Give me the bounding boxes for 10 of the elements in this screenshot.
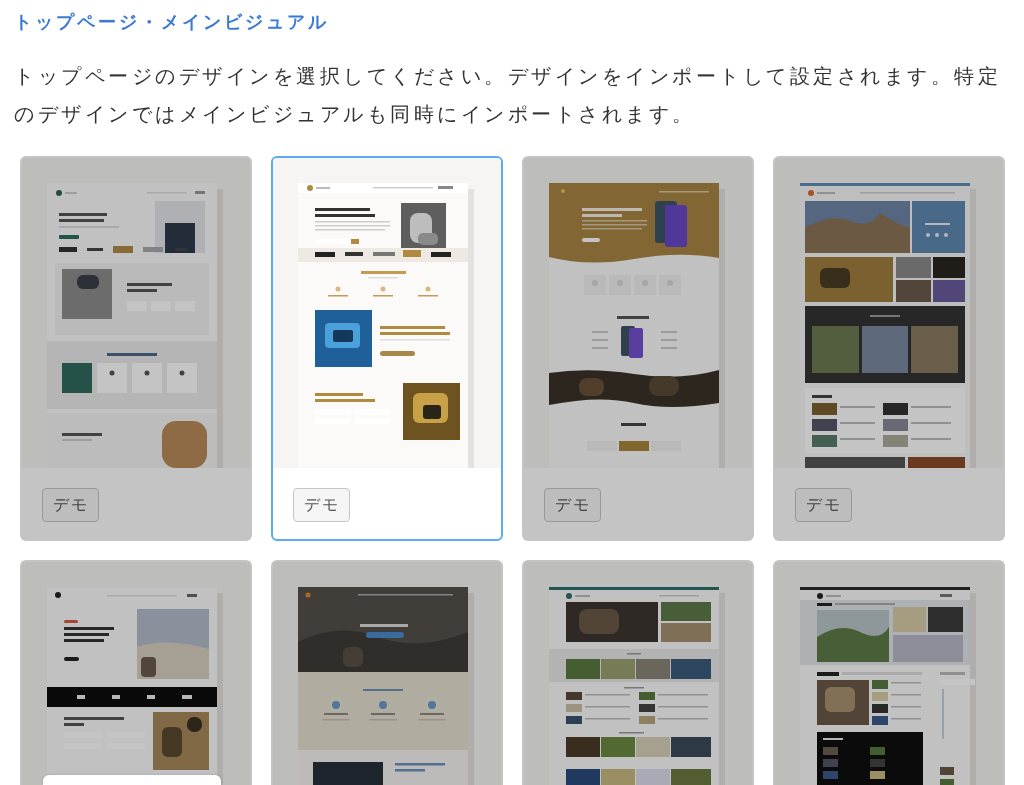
demo-button[interactable]: デモ — [293, 488, 350, 522]
design-card[interactable]: デモ — [522, 156, 754, 541]
design-card[interactable]: デモ — [20, 156, 252, 541]
design-card[interactable]: デモ — [271, 156, 503, 541]
description-text: トップページのデザインを選択してください。デザインをインポートして設定されます。特定のデザインではメインビジュアルも同時にインポートされます。 — [14, 63, 1002, 128]
section-title: トップページ・メインビジュアル — [14, 10, 330, 34]
design-card[interactable]: デモ — [773, 156, 1005, 541]
demo-button[interactable]: デモ — [544, 488, 601, 522]
demo-button[interactable]: デモ — [795, 488, 852, 522]
demo-button[interactable]: デモ — [42, 488, 99, 522]
